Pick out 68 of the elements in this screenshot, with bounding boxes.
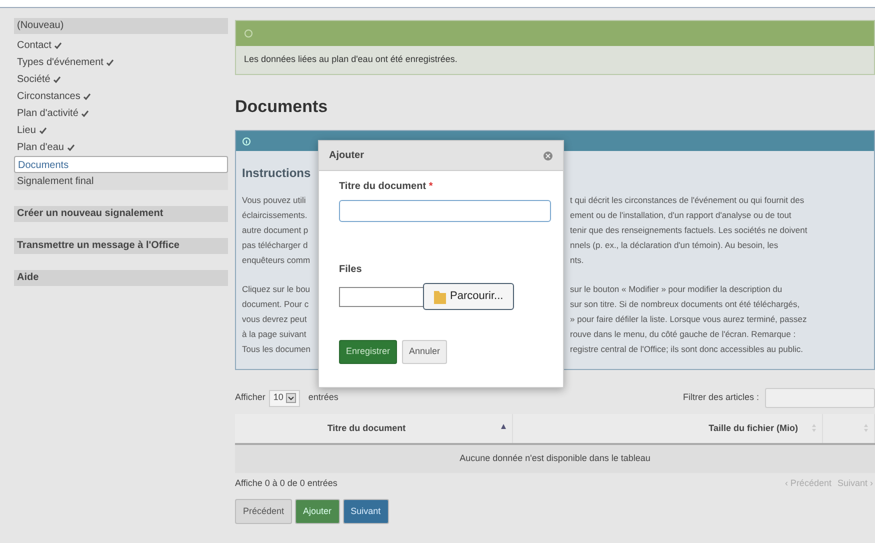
- instruction-text: sur son titre. Si de nombreux documents ont été téléchargés,: [570, 298, 800, 311]
- instruction-text: éclaircissements.: [242, 209, 308, 222]
- close-icon[interactable]: [543, 150, 553, 160]
- instruction-text: tenir que des renseignements factuels. Les sociétés ne doivent: [570, 224, 808, 237]
- sidebar-item[interactable]: Circonstances: [14, 88, 228, 105]
- dialog-button[interactable]: Annuler: [402, 340, 448, 364]
- checkmark-icon: [66, 144, 75, 151]
- instruction-text: Cliquez sur le bou: [242, 283, 310, 296]
- table-info: Affiche 0 à 0 de 0 entrées: [235, 477, 338, 490]
- browse-button[interactable]: Parcourir...: [423, 283, 514, 310]
- checkmark-icon: [38, 126, 47, 134]
- file-input[interactable]: [339, 286, 425, 306]
- field-label: Titre du document *: [339, 180, 434, 194]
- panel-heading: Instructions: [242, 165, 311, 182]
- instruction-text: sur le bouton « Modifier » pour modifier la description du: [570, 283, 782, 296]
- instruction-text: nts.: [570, 254, 584, 267]
- instruction-text: à la page suivant: [242, 328, 306, 341]
- column-header[interactable]: Taille du fichier (Mio): [513, 414, 823, 443]
- dialog-title: Ajouter: [329, 149, 364, 163]
- page-length-select[interactable]: 10: [269, 390, 300, 406]
- folder-icon: [434, 289, 446, 304]
- entries-label: entrées: [308, 391, 338, 404]
- instruction-text: nnels (p. ex., la déclaration d'un témoin). Au besoin, les: [570, 239, 778, 252]
- nav-button[interactable]: Suivant: [342, 499, 389, 524]
- nav-button[interactable]: Précédent: [235, 499, 292, 524]
- sidebar-link[interactable]: Aide: [14, 270, 228, 286]
- page-title: Documents: [235, 96, 329, 118]
- sidebar-item[interactable]: Société: [14, 71, 228, 88]
- instruction-text: Vous pouvez utili: [242, 194, 306, 207]
- info-icon: [242, 136, 251, 146]
- sidebar-item[interactable]: Lieu: [14, 122, 228, 139]
- instruction-text: pas télécharger d: [242, 239, 308, 252]
- instruction-text: enquêteurs comm: [242, 254, 310, 267]
- instruction-text: vous devrez peut: [242, 313, 307, 326]
- instruction-text: registre central de l'Office; ils sont donc accessibles au public.: [570, 343, 803, 356]
- sidebar-item[interactable]: (Nouveau): [14, 18, 228, 34]
- checkmark-icon: [53, 76, 62, 83]
- sidebar-item[interactable]: Types d'événement: [14, 54, 228, 71]
- title-input[interactable]: [339, 200, 551, 222]
- field-label: Files: [339, 263, 363, 277]
- instruction-text: document. Pour c: [242, 298, 309, 311]
- checkmark-icon: [54, 42, 62, 49]
- instruction-text: autre document p: [242, 224, 308, 237]
- sidebar-item[interactable]: Plan d'activité: [14, 105, 228, 122]
- instruction-text: » pour faire défiler la liste. Lorsque vous aurez terminé, passez: [570, 313, 807, 326]
- nav-button[interactable]: Ajouter: [295, 499, 340, 524]
- instruction-text: t qui décrit les circonstances de l'événement ou qui fournit des: [570, 194, 804, 207]
- sidebar-item[interactable]: Plan d'eau: [14, 139, 228, 156]
- dialog-button[interactable]: Enregistrer: [339, 340, 398, 364]
- show-label: Afficher: [235, 391, 266, 404]
- sidebar-link[interactable]: Transmettre un message à l'Office: [14, 238, 228, 254]
- sidebar-item[interactable]: Documents: [14, 156, 228, 173]
- empty-table-message: Aucune donnée n'est disponible dans le tableau: [235, 445, 875, 473]
- checkmark-icon: [81, 110, 90, 117]
- sidebar-item[interactable]: Contact: [14, 37, 228, 54]
- checkmark-icon: [83, 92, 92, 100]
- filter-label: Filtrer des articles :: [682, 391, 759, 404]
- sidebar-link[interactable]: Créer un nouveau signalement: [14, 206, 228, 222]
- instruction-text: Tous les documen: [242, 343, 311, 356]
- notice-message: Les données liées au plan d'eau ont été enregistrées.: [244, 53, 458, 66]
- instruction-text: rouve dans le menu, du côté gauche de l'écran. Remarque :: [570, 328, 796, 341]
- filter-field[interactable]: [765, 388, 875, 408]
- dropdown-caret-icon: [286, 393, 296, 403]
- checkmark-icon: [106, 58, 114, 66]
- check-circle-icon: [244, 29, 253, 38]
- instruction-text: ement ou de l'installation, d'un rapport d'analyse ou de tout: [570, 209, 792, 222]
- column-header[interactable]: Titre du document: [235, 414, 513, 443]
- sidebar-item[interactable]: Signalement final: [14, 173, 228, 190]
